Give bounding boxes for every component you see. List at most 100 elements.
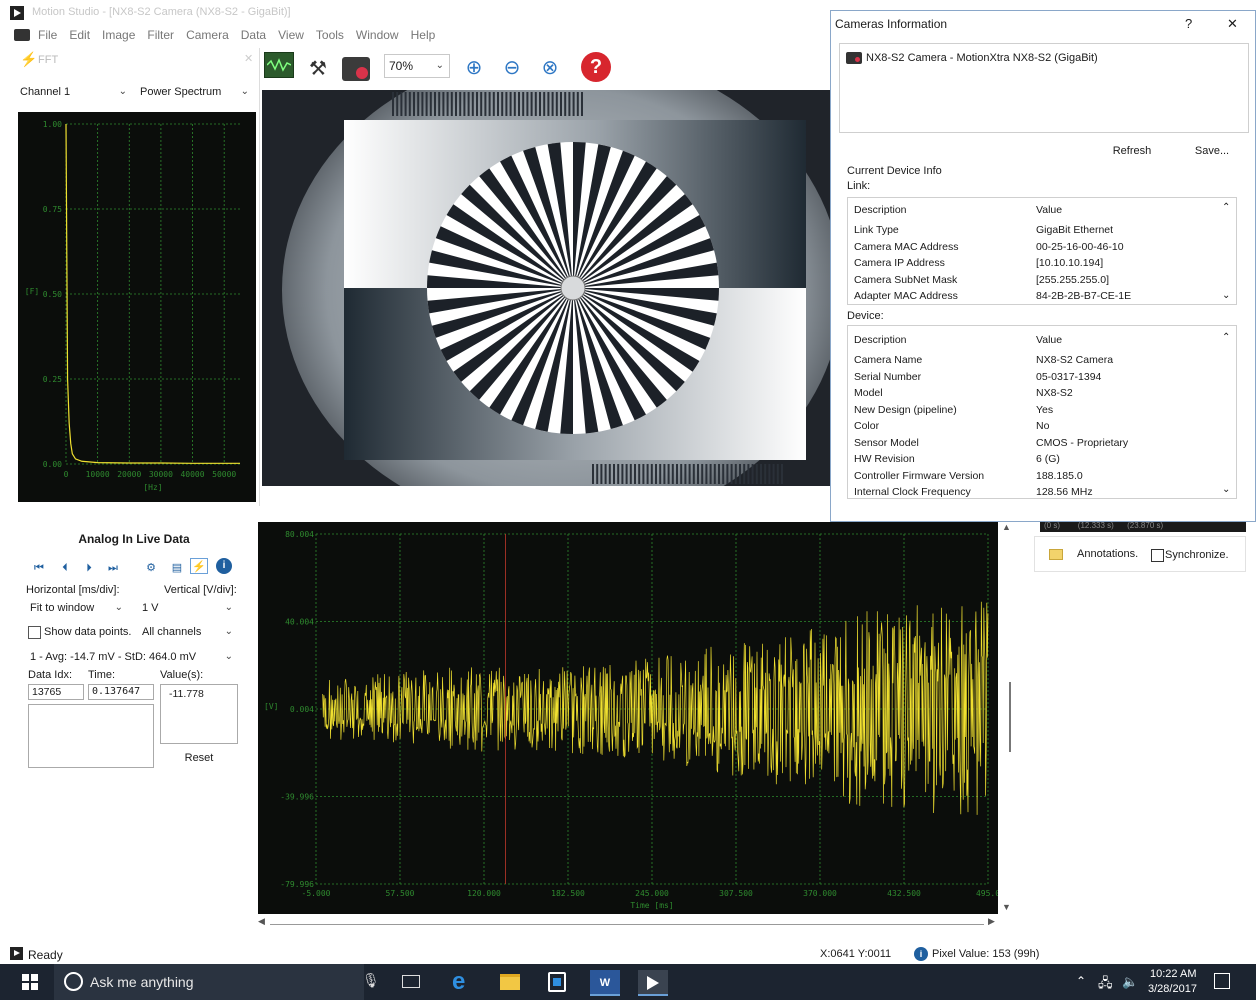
values-field[interactable]: -11.778 — [160, 684, 238, 744]
idx-field[interactable]: 13765 — [28, 684, 84, 700]
scroll-up-icon[interactable]: ⌃ — [1222, 332, 1230, 343]
zoom-in-icon[interactable]: ⊕ — [458, 51, 490, 83]
scope-plot[interactable]: 80.004 40.004 0.004 -39.996 -79.996 -5.000 57.… — [258, 522, 1000, 914]
scroll-right-icon[interactable]: ▶ — [988, 916, 995, 927]
synchronize-checkbox[interactable] — [1151, 549, 1164, 562]
motion-studio-taskbar-icon[interactable] — [638, 970, 668, 996]
table-row[interactable]: Adapter MAC Address 84-2B-2B-B7-CE-1E — [848, 288, 1220, 304]
chevron-down-icon: ⌄ — [224, 626, 233, 637]
settings-gear-icon[interactable]: ⚙ — [142, 560, 160, 576]
file-explorer-icon[interactable] — [500, 974, 520, 990]
scroll-down-icon[interactable]: ▼ — [1002, 902, 1011, 912]
header-description: Description — [854, 204, 907, 216]
table-row[interactable]: Internal Clock Frequency 128.56 MHz — [848, 484, 1220, 500]
menu-item-window[interactable]: Window — [356, 28, 399, 44]
close-icon[interactable]: ✕ — [244, 52, 253, 65]
tools-icon[interactable]: ⚒ — [302, 52, 334, 84]
first-icon[interactable]: ⏮ — [30, 560, 48, 576]
row-value: CMOS - Proprietary — [1036, 436, 1129, 449]
dialog-help-button[interactable]: ? — [1185, 16, 1192, 31]
toolbar: ⚒ 70% ⌄ ⊕ ⊖ ⊗ ? — [262, 46, 830, 90]
fft-plot[interactable]: 1.00 0.75 0.50 0.25 0.00 0 10000 20000 30000 4000… — [18, 112, 256, 502]
spectrum-mode-select[interactable]: Power Spectrum ⌄ — [136, 82, 254, 104]
windows-start-icon[interactable] — [22, 974, 38, 990]
table-row[interactable]: Controller Firmware Version 188.185.0 — [848, 468, 1220, 484]
clock-date[interactable]: 3/28/2017 — [1148, 983, 1197, 995]
next-icon[interactable]: ⏵ — [80, 560, 98, 576]
device-table[interactable]: Description Value Camera Name NX8-S2 Came… — [847, 325, 1237, 499]
network-icon[interactable]: 🖧 — [1098, 974, 1113, 996]
last-icon[interactable]: ⏭ — [104, 560, 122, 576]
scroll-down-icon[interactable]: ⌄ — [1222, 290, 1230, 301]
menu-item-edit[interactable]: Edit — [69, 28, 90, 44]
edge-icon[interactable]: e — [452, 968, 465, 996]
scroll-up-icon[interactable]: ⌃ — [1222, 202, 1230, 213]
show-points-checkbox[interactable] — [28, 626, 41, 639]
lightning-icon[interactable]: ⚡ — [190, 558, 208, 574]
help-icon[interactable]: ? — [580, 51, 612, 83]
table-row[interactable]: Camera SubNet Mask [255.255.255.0] — [848, 272, 1220, 288]
table-row[interactable]: Color No — [848, 418, 1220, 434]
resolution-bar — [421, 92, 424, 116]
scope-view-icon[interactable] — [264, 52, 294, 78]
task-view-icon[interactable] — [402, 975, 420, 988]
reset-button[interactable]: Reset — [160, 748, 238, 768]
prev-icon[interactable]: ⏴ — [56, 560, 74, 576]
row-description: New Design (pipeline) — [854, 403, 957, 416]
horizontal-select[interactable]: Fit to window ⌄ — [26, 598, 128, 620]
menu-item-filter[interactable]: Filter — [147, 28, 174, 44]
table-row[interactable]: Camera MAC Address 00-25-16-00-46-10 — [848, 239, 1220, 255]
annotations-label[interactable]: Annotations. — [1077, 548, 1138, 560]
menu-item-data[interactable]: Data — [241, 28, 266, 44]
table-row[interactable]: New Design (pipeline) Yes — [848, 402, 1220, 418]
camera-image-view[interactable] — [262, 90, 830, 486]
chevron-up-icon[interactable]: ⌃ — [1076, 974, 1086, 988]
table-row[interactable]: Camera Name NX8-S2 Camera — [848, 352, 1220, 368]
notes-box[interactable] — [28, 704, 154, 768]
menu-item-camera[interactable]: Camera — [186, 28, 229, 44]
volume-icon[interactable]: 🔈 — [1122, 974, 1138, 990]
dialog-close-button[interactable]: ✕ — [1227, 16, 1238, 32]
clock-time[interactable]: 10:22 AM — [1150, 968, 1196, 980]
notification-icon[interactable] — [1214, 973, 1230, 989]
time-field[interactable]: 0.137647 — [88, 684, 154, 700]
scroll-thumb[interactable] — [1009, 682, 1011, 752]
zoom-fit-icon[interactable]: ⊗ — [534, 51, 566, 83]
table-row[interactable]: Model NX8-S2 — [848, 385, 1220, 401]
zoom-out-icon[interactable]: ⊖ — [496, 51, 528, 83]
camera-list[interactable]: NX8-S2 Camera - MotionXtra NX8-S2 (GigaB… — [839, 43, 1249, 133]
stats-select[interactable]: 1 - Avg: -14.7 mV - StD: 464.0 mV ⌄ — [26, 647, 238, 669]
refresh-button[interactable]: Refresh — [1101, 141, 1163, 161]
table-icon[interactable]: ▤ — [168, 560, 186, 576]
menu-item-view[interactable]: View — [278, 28, 304, 44]
menu-item-image[interactable]: Image — [102, 28, 135, 44]
table-row[interactable]: HW Revision 6 (G) — [848, 451, 1220, 467]
scroll-left-icon[interactable]: ◀ — [258, 916, 265, 927]
word-icon[interactable]: W — [590, 970, 620, 996]
menu-item-file[interactable]: File — [38, 28, 57, 44]
vertical-select[interactable]: 1 V ⌄ — [138, 598, 238, 620]
window-title: Motion Studio - [NX8-S2 Camera (NX8-S2 -… — [32, 6, 291, 18]
record-camera-icon[interactable] — [340, 53, 372, 85]
search-box[interactable]: Ask me anything — [54, 964, 364, 1000]
scroll-down-icon[interactable]: ⌄ — [1222, 484, 1230, 495]
zoom-select[interactable]: 70% ⌄ — [384, 54, 450, 78]
table-row[interactable]: Serial Number 05-0317-1394 — [848, 369, 1220, 385]
channels-select[interactable]: All channels ⌄ — [138, 622, 238, 644]
store-icon[interactable] — [548, 972, 566, 992]
table-row[interactable]: Sensor Model CMOS - Proprietary — [848, 435, 1220, 451]
channel-select[interactable]: Channel 1 ⌄ — [16, 82, 132, 104]
scroll-up-icon[interactable]: ▲ — [1002, 522, 1011, 532]
menu-item-help[interactable]: Help — [411, 28, 436, 44]
camera-list-item[interactable]: NX8-S2 Camera - MotionXtra NX8-S2 (GigaB… — [846, 50, 1098, 66]
table-row[interactable]: Camera IP Address [10.10.10.194] — [848, 255, 1220, 271]
info-icon[interactable]: i — [216, 558, 234, 574]
scope-hscrollbar[interactable]: ◀ ▶ — [258, 916, 998, 930]
menu-item-tools[interactable]: Tools — [316, 28, 344, 44]
resolution-bar — [568, 92, 571, 116]
microphone-icon[interactable]: 🎙 — [362, 972, 380, 989]
table-row[interactable]: Link Type GigaBit Ethernet — [848, 222, 1220, 238]
scope-vscrollbar[interactable]: ▲ ▼ — [1000, 522, 1014, 914]
save-button[interactable]: Save... — [1181, 141, 1243, 161]
link-table[interactable]: Description Value Link Type GigaBit Ether… — [847, 197, 1237, 305]
